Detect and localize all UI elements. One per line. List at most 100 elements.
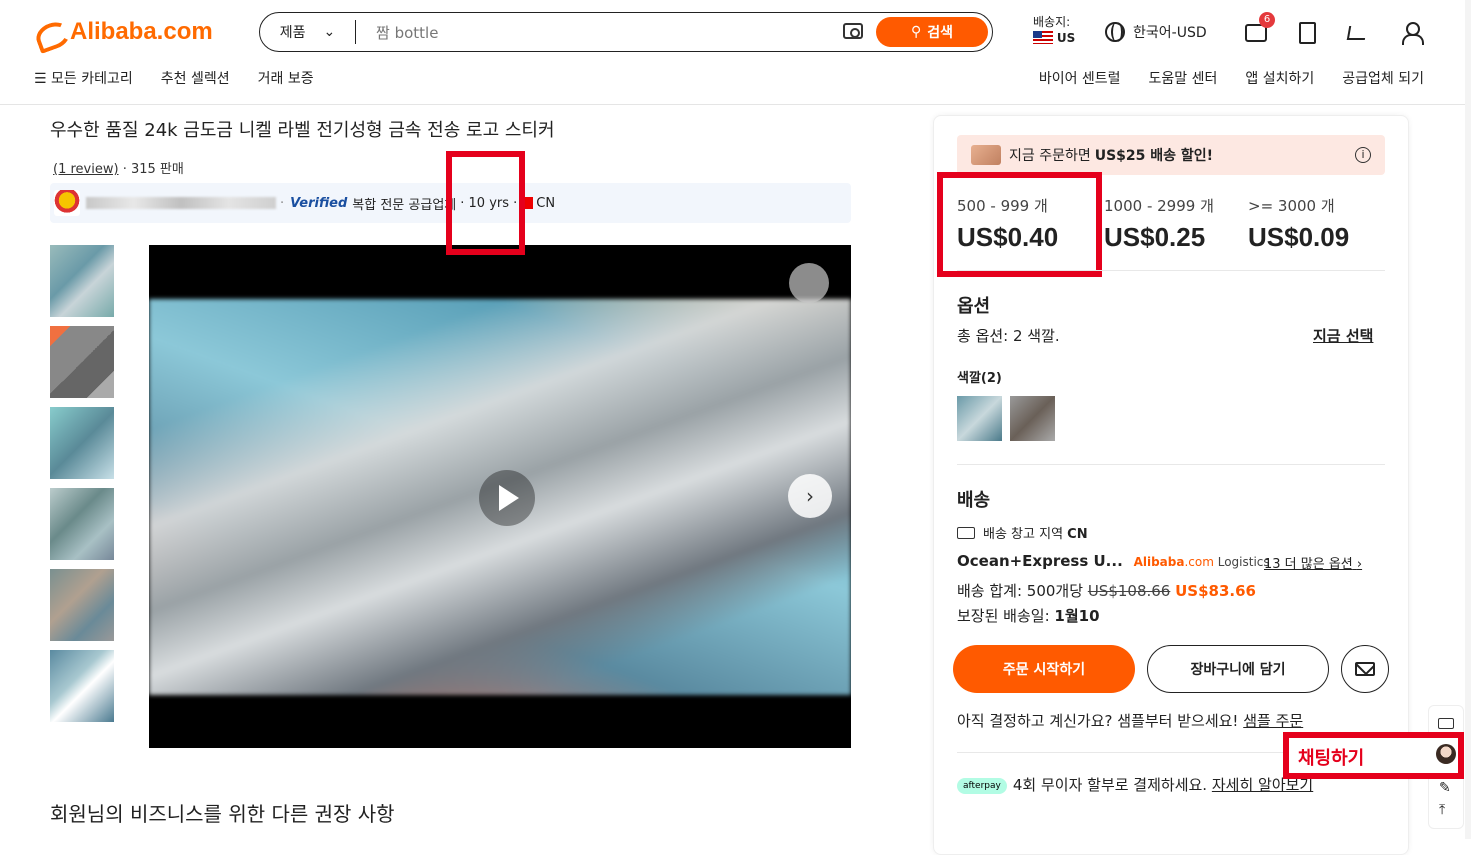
color-swatch-2[interactable] — [1010, 396, 1055, 441]
warehouse-country: CN — [1067, 527, 1088, 542]
language-label: 한국어-USD — [1133, 25, 1207, 41]
guaranteed-row: 보장된 배송일: 1월10 — [957, 605, 1100, 626]
globe-icon — [1105, 22, 1125, 42]
promo-text: 지금 주문하면 — [1009, 148, 1091, 164]
camera-search-icon[interactable] — [843, 23, 863, 39]
color-label: 색깔(2) — [957, 371, 1002, 386]
guaranteed-label: 보장된 배송일: — [957, 607, 1050, 625]
nav-buyer-central[interactable]: 바이어 센트럴 — [1039, 68, 1121, 88]
nav-all-categories-label: 모든 카테고리 — [51, 71, 133, 87]
search-button[interactable]: ⚲ 검색 — [876, 17, 988, 47]
ship-to-country: US — [1056, 31, 1076, 45]
us-flag-icon — [1033, 31, 1053, 44]
color-swatch-1[interactable] — [957, 396, 1002, 441]
more-options-label: 13 더 많은 옵션 — [1264, 557, 1353, 572]
nav-right: 바이어 센트럴 도움말 센터 앱 설치하기 공급업체 되기 — [1039, 68, 1424, 88]
play-icon[interactable] — [479, 470, 535, 526]
thumbnail-2[interactable] — [50, 326, 114, 398]
start-order-button[interactable]: 주문 시작하기 — [953, 645, 1135, 693]
search-input[interactable] — [376, 23, 836, 41]
new-shipping-price: US$83.66 — [1175, 582, 1256, 600]
warehouse-label: 배송 창고 지역 — [983, 527, 1064, 542]
chevron-right-icon: › — [1356, 557, 1363, 572]
zoom-icon[interactable] — [789, 263, 829, 303]
product-meta: (1 review) · 315 판매 — [53, 158, 184, 177]
supplier-type: 복합 전문 공급업체 — [352, 197, 457, 213]
logistics-word: Logistics — [1217, 555, 1270, 569]
add-to-cart-button[interactable]: 장바구니에 담기 — [1147, 645, 1329, 693]
afterpay-text: 4회 무이자 할부로 결제하세요. — [1012, 776, 1208, 794]
sample-order-link[interactable]: 샘플 주문 — [1243, 712, 1303, 730]
nav-trade-assurance[interactable]: 거래 보증 — [258, 68, 314, 88]
search-category-label: 제품 — [279, 25, 306, 41]
afterpay-row: afterpay 4회 무이자 할부로 결제하세요. 자세히 알아보기 — [957, 774, 1313, 795]
afterpay-logo: afterpay — [957, 778, 1007, 794]
shipping-total-label: 배송 합계: 500개당 — [957, 582, 1084, 600]
support-avatar — [1436, 744, 1456, 764]
mail-icon[interactable] — [1438, 718, 1454, 729]
options-total: 총 옵션: 2 색깔. — [957, 327, 1060, 345]
supplier-name-blurred — [86, 197, 276, 209]
verified-badge: Verified — [290, 195, 348, 211]
highlight-price-tier — [937, 172, 1102, 277]
guaranteed-date: 1월10 — [1054, 607, 1100, 625]
search-category-select[interactable]: 제품 ⌄ — [260, 20, 356, 44]
nav-help-center[interactable]: 도움말 센터 — [1149, 68, 1218, 88]
search-icon: ⚲ — [910, 24, 922, 40]
divider — [957, 464, 1385, 465]
shipping-total-row: 배송 합계: 500개당 US$108.66 US$83.66 — [957, 580, 1256, 601]
thumbnail-4[interactable] — [50, 488, 114, 560]
shipping-heading: 배송 — [957, 490, 991, 511]
promo-bold-text: US$25 배송 할인! — [1094, 148, 1214, 164]
account-icon[interactable] — [1402, 22, 1424, 45]
price-tier-2: 1000 - 2999 개 US$0.25 — [1104, 195, 1214, 253]
ship-to-selector[interactable]: 배송지: US — [1033, 14, 1075, 46]
product-title: 우수한 품질 24k 금도금 니켈 라벨 전기성형 금속 전송 로고 스티커 — [50, 120, 555, 141]
product-video[interactable]: › — [149, 245, 851, 748]
reviews-link[interactable]: (1 review) — [53, 162, 119, 177]
cart-icon[interactable] — [1346, 26, 1368, 40]
price-tier-3: >= 3000 개 US$0.09 — [1248, 195, 1349, 253]
scrollbar[interactable] — [1465, 0, 1471, 839]
back-to-top-icon[interactable]: ⤒ — [1439, 802, 1445, 818]
search-button-label: 검색 — [927, 25, 954, 41]
sample-note: 아직 결정하고 계신가요? 샘플부터 받으세요! — [957, 712, 1239, 730]
thumbnail-3[interactable] — [50, 407, 114, 479]
nav-left: ☰ 모든 카테고리 추천 셀렉션 거래 보증 — [34, 68, 314, 88]
thumbnail-list — [40, 245, 114, 731]
truck-promo-icon — [971, 145, 1001, 165]
nav-become-supplier[interactable]: 공급업체 되기 — [1342, 68, 1424, 88]
info-icon[interactable]: i — [1355, 147, 1371, 163]
sold-count: · 315 판매 — [122, 162, 184, 177]
old-shipping-price: US$108.66 — [1087, 582, 1171, 600]
tier-range: >= 3000 개 — [1248, 197, 1335, 215]
supplier-country: CN — [536, 195, 556, 211]
orders-clipboard-icon[interactable] — [1299, 22, 1316, 44]
thumbnail-5[interactable] — [50, 569, 114, 641]
select-now-link[interactable]: 지금 선택 — [1313, 325, 1373, 346]
logo-icon — [34, 19, 66, 45]
nav-get-app[interactable]: 앱 설치하기 — [1245, 68, 1314, 88]
thumbnail-1[interactable] — [50, 245, 114, 317]
more-shipping-options-link[interactable]: 13 더 많은 옵션 › — [1264, 553, 1362, 572]
thumbnail-6[interactable] — [50, 650, 114, 722]
messages-icon[interactable]: 6 — [1245, 12, 1275, 42]
truck-icon — [957, 527, 975, 539]
search-bar: 제품 ⌄ ⚲ 검색 — [259, 12, 993, 52]
nav-all-categories[interactable]: ☰ 모든 카테고리 — [34, 68, 133, 88]
nav-featured-selections[interactable]: 추천 셀렉션 — [161, 68, 230, 88]
ship-to-label: 배송지: — [1033, 15, 1071, 29]
envelope-icon — [1355, 662, 1375, 676]
next-arrow-icon[interactable]: › — [788, 474, 832, 518]
language-selector[interactable]: 한국어-USD — [1105, 22, 1207, 42]
recommendations-heading: 회원님의 비즈니스를 위한 다른 권장 사항 — [50, 802, 395, 826]
contact-supplier-button[interactable] — [1341, 645, 1389, 693]
shipping-method: Ocean+Express U... — [957, 552, 1123, 570]
chevron-down-icon: ⌄ — [323, 24, 336, 40]
highlight-years — [446, 151, 525, 255]
alibaba-logo[interactable]: Alibaba.com — [34, 18, 213, 46]
options-heading: 옵션 — [957, 296, 991, 317]
logistics-brand: Alibaba — [1133, 555, 1185, 569]
edit-icon[interactable]: ✎ — [1439, 780, 1451, 796]
menu-icon: ☰ — [34, 71, 52, 87]
